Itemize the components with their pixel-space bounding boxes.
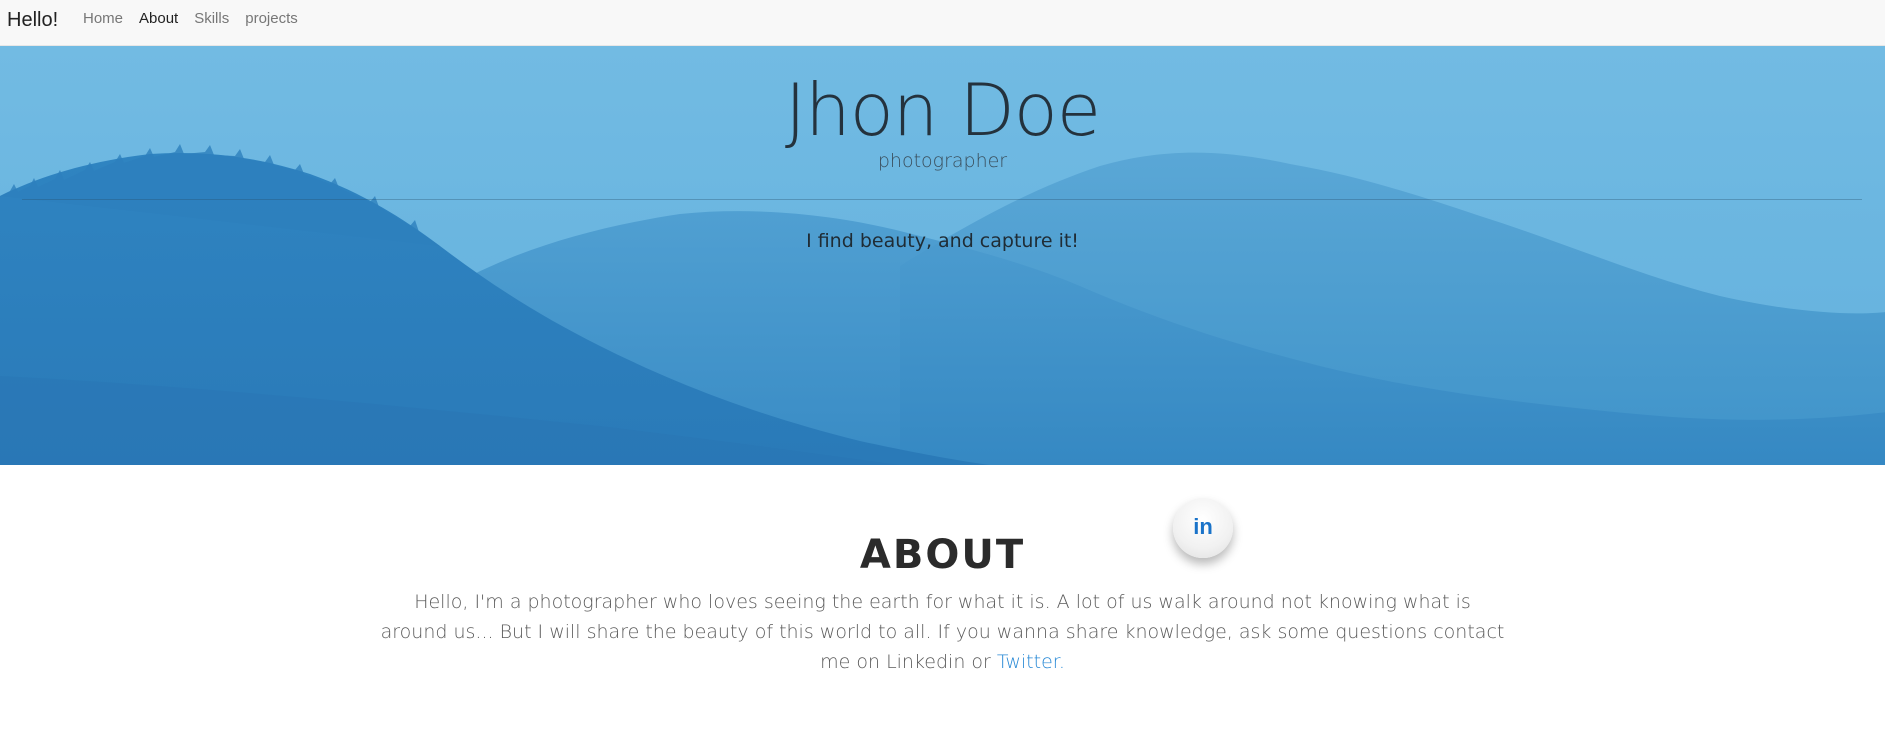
nav-home-link[interactable]: Home <box>83 10 123 28</box>
nav-about-link[interactable]: About <box>139 10 178 28</box>
about-paragraph: Hello, I'm a photographer who loves seei… <box>380 587 1505 677</box>
nav-links: Home About Skills projects <box>83 10 314 28</box>
hero-banner: Jhon Doe photographer I find beauty, and… <box>0 46 1895 465</box>
brand-link[interactable]: Hello! <box>7 9 58 32</box>
about-text: Hello, I'm a photographer who loves seei… <box>380 591 1505 673</box>
about-heading: ABOUT <box>859 532 1026 578</box>
hero-subtitle: photographer <box>877 150 1008 172</box>
navbar: Hello! Home About Skills projects <box>0 0 1895 46</box>
nav-projects-link[interactable]: projects <box>245 10 298 28</box>
hero-divider <box>22 199 1862 200</box>
page-gutter <box>1885 0 1895 743</box>
hero-tagline: I find beauty, and capture it! <box>806 230 1079 252</box>
twitter-link[interactable]: Twitter. <box>997 651 1065 673</box>
hero-title: Jhon Doe <box>784 68 1101 152</box>
nav-skills-link[interactable]: Skills <box>194 10 229 28</box>
